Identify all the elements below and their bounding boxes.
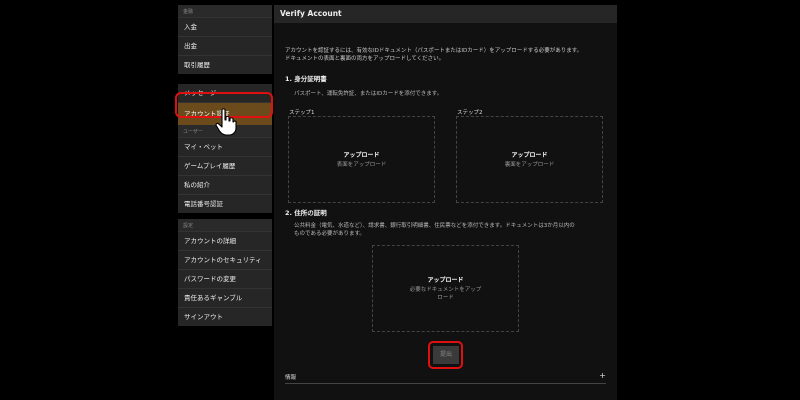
intro-line: アカウントを認証するには、有効なIDドキュメント（パスポートまたはIDカード）を… [285, 48, 583, 54]
desc-line: ものである必要があります。 [294, 231, 365, 237]
section-identity-title: 1. 身分証明書 [285, 75, 327, 83]
info-accordion[interactable]: 情報 + [285, 371, 606, 384]
sidebar-item-deposit[interactable]: 入金 [178, 17, 272, 36]
sidebar-item-phone-verification[interactable]: 電話番号認証 [178, 194, 272, 213]
section-identity-desc: パスポート、運転免許証、またはIDカードを添付できます。 [294, 91, 443, 97]
upload-subtitle: 表面をアップロード [336, 162, 387, 168]
upload-subtitle: 裏面をアップロード [504, 162, 555, 168]
desc-line: 公共料金（電気、水道など）、請求書、銀行取引明細書、住民票などを添付できます。ド… [294, 223, 575, 229]
intro-line: ドキュメントの表面と裏面の両方をアップロードしてください。 [285, 56, 445, 62]
sidebar-group-settings: 設定 アカウントの詳細 アカウントのセキュリティ パスワードの変更 責任あるギャ… [178, 219, 272, 326]
sidebar-item-my-bets[interactable]: マイ・ベット [178, 137, 272, 156]
sidebar-group-label: 設定 [178, 219, 272, 231]
intro-text: アカウントを認証するには、有効なIDドキュメント（パスポートまたはIDカード）を… [285, 47, 615, 63]
upload-front-dropzone[interactable]: アップロード 表面をアップロード [288, 116, 435, 203]
upload-address-dropzone[interactable]: アップロード 必要なドキュメントをアップ ロード [372, 245, 519, 332]
sidebar-item-gameplay-history[interactable]: ゲームプレイ履歴 [178, 156, 272, 175]
sidebar-item-sign-out[interactable]: サインアウト [178, 307, 272, 326]
section-address-title: 2. 住所の証明 [285, 209, 327, 217]
submit-button[interactable]: 提出 [433, 346, 459, 364]
sidebar-item-referrals[interactable]: 私の紹介 [178, 175, 272, 194]
sidebar-item-withdraw[interactable]: 出金 [178, 36, 272, 55]
verify-account-panel: Verify Account アカウントを認証するには、有効なIDドキュメント（… [274, 5, 617, 400]
section-address-desc: 公共料金（電気、水道など）、請求書、銀行取引明細書、住民票などを添付できます。ド… [294, 222, 614, 238]
sidebar-item-account-details[interactable]: アカウントの詳細 [178, 231, 272, 250]
upload-subtitle-line: ロード [437, 295, 454, 301]
info-label: 情報 [285, 375, 297, 381]
upload-subtitle-line: 必要なドキュメントをアップ [409, 287, 482, 293]
step2-label: ステップ2 [457, 110, 483, 116]
page-title: Verify Account [274, 5, 617, 23]
upload-title: アップロード [427, 277, 464, 284]
upload-title: アップロード [343, 152, 380, 159]
upload-title: アップロード [511, 152, 548, 159]
hand-pointer-icon [215, 108, 237, 136]
sidebar-item-responsible-gambling[interactable]: 責任あるギャンブル [178, 288, 272, 307]
sidebar-item-transactions[interactable]: 取引履歴 [178, 55, 272, 74]
step1-label: ステップ1 [289, 110, 315, 116]
sidebar-group-label: 金融 [178, 5, 272, 17]
sidebar-item-account-security[interactable]: アカウントのセキュリティ [178, 250, 272, 269]
plus-icon[interactable]: + [599, 371, 606, 380]
account-sidebar: 金融 入金 出金 取引履歴 メッセージ アカウント認証 ユーザー マイ・ベット … [178, 5, 272, 332]
sidebar-group-finance: 金融 入金 出金 取引履歴 [178, 5, 272, 74]
upload-subtitle: 必要なドキュメントをアップ ロード [410, 286, 482, 302]
sidebar-item-change-password[interactable]: パスワードの変更 [178, 269, 272, 288]
upload-back-dropzone[interactable]: アップロード 裏面をアップロード [456, 116, 603, 203]
